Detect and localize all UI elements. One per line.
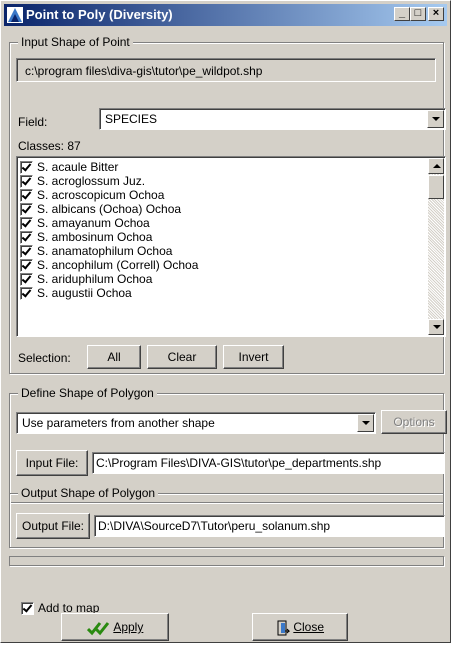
checkbox-checked-icon[interactable] — [20, 189, 33, 203]
polygon-legend: Define Shape of Polygon — [18, 386, 157, 400]
list-item[interactable]: S. amayanum Ochoa — [18, 216, 427, 231]
invert-selection-button[interactable]: Invert — [223, 345, 284, 369]
polygon-method-select[interactable]: Use parameters from another shape — [16, 412, 376, 434]
list-item[interactable]: S. ariduphilum Ochoa — [18, 272, 427, 287]
chevron-down-icon — [362, 421, 370, 425]
classes-scrollbar[interactable] — [428, 158, 444, 335]
list-item[interactable]: S. augustii Ochoa — [18, 286, 427, 301]
close-button[interactable]: Close — [252, 613, 348, 641]
separator-panel — [9, 556, 444, 566]
selection-label: Selection: — [18, 351, 71, 365]
apply-button[interactable]: Apply — [61, 613, 169, 641]
scroll-thumb[interactable] — [428, 175, 444, 199]
window-title: Point to Poly (Diversity) — [26, 7, 173, 22]
check-icon — [86, 621, 109, 636]
scroll-down-button[interactable] — [428, 319, 444, 335]
input-shape-legend: Input Shape of Point — [18, 35, 133, 49]
input-file-button[interactable]: Input File: — [16, 450, 88, 476]
chevron-down-icon — [432, 117, 440, 121]
output-legend: Output Shape of Polygon — [18, 486, 159, 500]
classes-count: Classes: 87 — [18, 139, 81, 153]
classes-list[interactable]: S. acaule Bitter S. acroglossum Juz. S. … — [16, 156, 446, 337]
select-all-button[interactable]: All — [87, 345, 141, 369]
checkbox-checked-icon[interactable] — [20, 287, 33, 301]
list-item[interactable]: S. acroglossum Juz. — [18, 174, 427, 189]
field-label: Field: — [18, 115, 48, 129]
checkbox-checked-icon[interactable] — [20, 203, 33, 217]
list-item[interactable]: S. ancophilum (Correll) Ochoa — [18, 258, 427, 273]
app-icon — [7, 7, 23, 23]
list-item[interactable]: S. albicans (Ochoa) Ochoa — [18, 202, 427, 217]
list-item[interactable]: S. acaule Bitter — [18, 160, 427, 175]
list-item[interactable]: S. anamatophilum Ochoa — [18, 244, 427, 259]
input-point-path: c:\program files\diva-gis\tutor\pe_wildp… — [16, 58, 436, 82]
output-file-field[interactable]: D:\DIVA\SourceD7\Tutor\peru_solanum.shp — [94, 515, 445, 537]
point-to-poly-dialog: Point to Poly (Diversity) _ □ × Input Sh… — [0, 0, 451, 643]
field-select[interactable]: SPECIES — [99, 108, 446, 130]
polygon-method-dropdown-button[interactable] — [357, 414, 374, 432]
close-window-button[interactable]: × — [428, 7, 444, 21]
checkbox-checked-icon[interactable] — [20, 217, 33, 231]
clear-selection-button[interactable]: Clear — [147, 345, 217, 369]
door-exit-icon — [277, 620, 291, 636]
field-dropdown-button[interactable] — [427, 110, 444, 128]
checkbox-checked-icon[interactable] — [20, 245, 33, 259]
arrow-up-icon — [433, 164, 441, 168]
options-button[interactable]: Options — [381, 410, 447, 434]
arrow-down-icon — [433, 325, 441, 329]
classes-list-items: S. acaule Bitter S. acroglossum Juz. S. … — [18, 160, 427, 301]
input-file-field[interactable]: C:\Program Files\DIVA-GIS\tutor\pe_depar… — [92, 452, 445, 474]
list-item[interactable]: S. acroscopicum Ochoa — [18, 188, 427, 203]
checkbox-checked-icon[interactable] — [20, 175, 33, 189]
title-bar[interactable]: Point to Poly (Diversity) _ □ × — [4, 4, 447, 26]
checkbox-checked-icon[interactable] — [20, 231, 33, 245]
maximize-button[interactable]: □ — [410, 7, 426, 21]
minimize-button[interactable]: _ — [394, 7, 410, 21]
checkbox-checked-icon[interactable] — [20, 273, 33, 287]
checkbox-checked-icon[interactable] — [21, 602, 34, 616]
output-file-button[interactable]: Output File: — [16, 513, 90, 539]
scroll-up-button[interactable] — [428, 158, 444, 174]
checkbox-checked-icon[interactable] — [20, 259, 33, 273]
checkbox-checked-icon[interactable] — [20, 161, 33, 175]
list-item[interactable]: S. ambosinum Ochoa — [18, 230, 427, 245]
